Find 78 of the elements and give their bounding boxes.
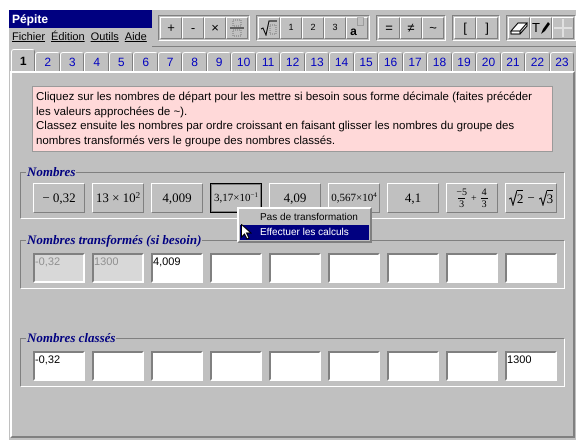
number-slot[interactable] (92, 351, 144, 381)
menu-item[interactable]: Outils (90, 28, 119, 46)
instruction-text: Cliquez sur les nombres de départ pour les mettre si besoin sous forme décimale (faites précéder les valeurs approchées de ~). (36, 90, 534, 119)
number-slot[interactable]: -0,32 (33, 351, 85, 381)
pen-icon (540, 21, 550, 35)
toolbar-button[interactable]: T (530, 17, 552, 39)
tab[interactable]: 4 (84, 52, 109, 71)
number-slot[interactable] (328, 351, 380, 381)
number-slot[interactable] (269, 351, 321, 381)
instruction-text: Classez ensuite les nombres par ordre croissant en faisant glisser les nombres du groupe des nombres transformés vers le groupe des nombres classés. (36, 119, 516, 148)
number-slot[interactable] (446, 351, 498, 381)
tab[interactable]: 6 (133, 52, 158, 71)
tab[interactable]: 1 (11, 49, 36, 71)
number-slot[interactable] (328, 253, 380, 283)
tab[interactable]: 14 (329, 52, 354, 71)
menu-item[interactable]: Édition (51, 28, 85, 46)
tab[interactable]: 7 (158, 52, 182, 71)
number-button[interactable]: 4,009 (151, 183, 203, 213)
context-menu-item[interactable]: Effectuer les calculs (240, 225, 369, 240)
toolbar-button[interactable]: + (160, 17, 182, 39)
number-button[interactable]: − 0,32 (33, 183, 85, 213)
tab[interactable]: 3 (60, 52, 84, 71)
tab[interactable]: 21 (500, 52, 526, 71)
window-title: Pépite (9, 10, 152, 28)
tab[interactable]: 13 (304, 52, 330, 71)
number-slot[interactable] (387, 253, 439, 283)
toolbar-button[interactable]: 3 (324, 17, 346, 39)
toolbar-button[interactable]: ~ (422, 17, 444, 39)
number-slot[interactable] (210, 351, 262, 381)
tab[interactable]: 2 (35, 52, 60, 71)
toolbar-button[interactable]: ] (476, 17, 498, 39)
toolbar-button[interactable]: - (182, 17, 204, 39)
tab[interactable]: 20 (476, 52, 501, 71)
tab[interactable]: 15 (354, 52, 378, 71)
tab[interactable]: 12 (280, 52, 305, 71)
tab[interactable]: 18 (427, 52, 452, 71)
toolbar-button[interactable]: 2 (302, 17, 324, 39)
number-slot[interactable] (210, 253, 262, 283)
radical-sign-icon (538, 190, 547, 206)
tab[interactable]: 11 (256, 52, 280, 71)
number-slot[interactable]: 4,009 (151, 253, 203, 283)
tab[interactable]: 10 (231, 52, 256, 71)
toolbar-button[interactable]: [ (454, 17, 476, 39)
number-button[interactable]: 13 × 10$^{2}$ (92, 183, 144, 213)
toolbar-button[interactable] (258, 17, 280, 39)
toolbar-button[interactable]: ≠ (400, 17, 422, 39)
menu-item[interactable]: Aide (124, 28, 147, 46)
tab[interactable]: 5 (108, 52, 134, 71)
toolbar-button[interactable] (508, 17, 530, 39)
tab[interactable]: 22 (525, 52, 550, 71)
number-slot[interactable] (387, 351, 439, 381)
number-slot[interactable]: 1300 (505, 351, 557, 381)
menu-item[interactable]: Fichier (12, 28, 46, 46)
toolbar-button[interactable]: = (378, 17, 400, 39)
tab[interactable]: 19 (452, 52, 476, 71)
crosshair-icon (554, 19, 572, 37)
number-slot[interactable] (446, 253, 498, 283)
number-slot[interactable] (151, 351, 203, 381)
tab[interactable]: 23 (550, 52, 574, 71)
toolbar-button[interactable]: × (204, 17, 226, 39)
number-slot[interactable] (269, 253, 321, 283)
tab[interactable]: 8 (182, 52, 207, 71)
context-menu-item[interactable]: Pas de transformation (240, 210, 369, 225)
tab[interactable]: 17 (402, 52, 428, 71)
toolbar-button[interactable]: 1 (280, 17, 302, 39)
tab[interactable]: 9 (206, 52, 232, 71)
toolbar-button[interactable] (226, 17, 248, 39)
number-button[interactable]: 2 − 3 (505, 183, 557, 213)
mouse-pointer-icon (241, 224, 252, 240)
number-button[interactable]: 4,1 (387, 183, 439, 213)
radical-sign-icon (508, 190, 517, 206)
toolbar-button[interactable]: a (346, 17, 368, 39)
fraction-icon (229, 19, 245, 37)
number-slot[interactable] (505, 253, 557, 283)
number-button[interactable]: 3,17×10$^{−1}$ (210, 183, 262, 213)
square-root-icon (260, 20, 278, 36)
eraser-icon (510, 21, 528, 35)
tab[interactable]: 16 (378, 52, 403, 71)
